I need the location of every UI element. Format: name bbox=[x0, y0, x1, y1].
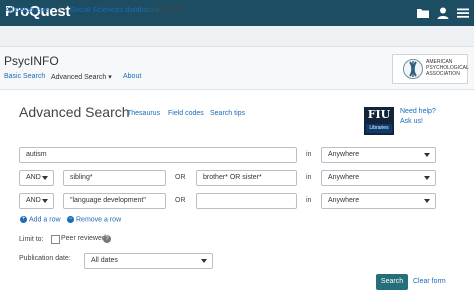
nav-basic-search[interactable]: Basic Search bbox=[4, 73, 45, 80]
help-icon[interactable]: ? bbox=[103, 235, 111, 243]
search-term-2-or-input[interactable]: brother* OR sister* bbox=[196, 170, 297, 186]
field-select-2[interactable]: Anywhere bbox=[321, 170, 436, 186]
ask-us-link[interactable]: Ask us! bbox=[400, 117, 436, 127]
breadcrumb-current: PsycINFO bbox=[147, 5, 182, 14]
operator-select-3-value: AND bbox=[26, 197, 41, 204]
in-label: in bbox=[306, 151, 312, 158]
add-row-label: Add a row bbox=[29, 216, 61, 224]
search-term-1-input[interactable]: autism bbox=[19, 147, 297, 163]
remove-row-label: Remove a row bbox=[76, 216, 122, 224]
thesaurus-link[interactable]: Thesaurus bbox=[127, 110, 160, 117]
peer-reviewed-checkbox[interactable] bbox=[51, 235, 60, 244]
limit-to-label: Limit to: bbox=[19, 236, 44, 243]
help-links: Need help? Ask us! bbox=[400, 107, 436, 127]
apa-logo: AMERICAN PSYCHOLOGICAL ASSOCIATION bbox=[392, 54, 469, 84]
breadcrumb-separator: › bbox=[59, 4, 62, 13]
peer-reviewed-label: Peer reviewed bbox=[61, 235, 106, 242]
clear-form-link[interactable]: Clear form bbox=[413, 278, 446, 285]
operator-select-3[interactable]: AND bbox=[19, 193, 54, 209]
remove-row-button[interactable]: − Remove a row bbox=[67, 216, 121, 223]
search-term-3-or-input[interactable] bbox=[196, 193, 297, 209]
search-term-3-input[interactable]: "language development" bbox=[63, 193, 166, 209]
user-icon[interactable] bbox=[436, 6, 450, 20]
search-tips-link[interactable]: Search tips bbox=[210, 110, 245, 117]
field-select-3[interactable]: Anywhere bbox=[321, 193, 436, 209]
need-help-link[interactable]: Need help? bbox=[400, 107, 436, 117]
field-select-3-value: Anywhere bbox=[328, 197, 360, 204]
or-label: OR bbox=[175, 197, 186, 204]
or-label: OR bbox=[175, 174, 186, 181]
chevron-down-icon bbox=[201, 259, 207, 263]
apa-logo-text: AMERICAN PSYCHOLOGICAL ASSOCIATION bbox=[426, 59, 469, 77]
apa-emblem-icon bbox=[403, 59, 423, 79]
chevron-down-icon bbox=[424, 176, 430, 180]
plus-icon: + bbox=[20, 216, 27, 223]
nav-advanced-search[interactable]: Advanced Search ▾ bbox=[51, 73, 112, 81]
folder-icon[interactable] bbox=[416, 6, 430, 20]
chevron-down-icon bbox=[424, 199, 430, 203]
menu-icon[interactable] bbox=[456, 6, 470, 20]
breadcrumb-all-databases[interactable]: All databases bbox=[5, 5, 50, 14]
chevron-down-icon bbox=[424, 153, 430, 157]
publication-date-value: All dates bbox=[91, 257, 118, 264]
database-name: PsycINFO bbox=[4, 54, 59, 68]
field-select-1[interactable]: Anywhere bbox=[321, 147, 436, 163]
in-label: in bbox=[306, 174, 312, 181]
publication-date-label: Publication date: bbox=[19, 255, 71, 262]
search-term-2-input[interactable]: sibling* bbox=[63, 170, 166, 186]
field-select-2-value: Anywhere bbox=[328, 174, 360, 181]
nav-about[interactable]: About bbox=[123, 73, 141, 80]
operator-select-2[interactable]: AND bbox=[19, 170, 54, 186]
add-row-button[interactable]: + Add a row bbox=[20, 216, 61, 223]
fiu-logo-text: FIU bbox=[367, 108, 391, 121]
breadcrumb-separator: › bbox=[137, 4, 140, 13]
operator-select-2-value: AND bbox=[26, 174, 41, 181]
search-button[interactable]: Search bbox=[376, 274, 408, 290]
publication-date-select[interactable]: All dates bbox=[84, 253, 213, 269]
minus-icon: − bbox=[67, 216, 74, 223]
chevron-down-icon bbox=[42, 199, 48, 203]
breadcrumb bbox=[0, 26, 474, 47]
field-codes-link[interactable]: Field codes bbox=[168, 110, 204, 117]
fiu-logo-subtext: Libraries bbox=[366, 124, 392, 133]
field-select-1-value: Anywhere bbox=[328, 151, 360, 158]
in-label: in bbox=[306, 197, 312, 204]
page-title: Advanced Search bbox=[19, 104, 130, 120]
chevron-down-icon bbox=[42, 176, 48, 180]
fiu-libraries-logo: FIU Libraries bbox=[364, 107, 394, 135]
